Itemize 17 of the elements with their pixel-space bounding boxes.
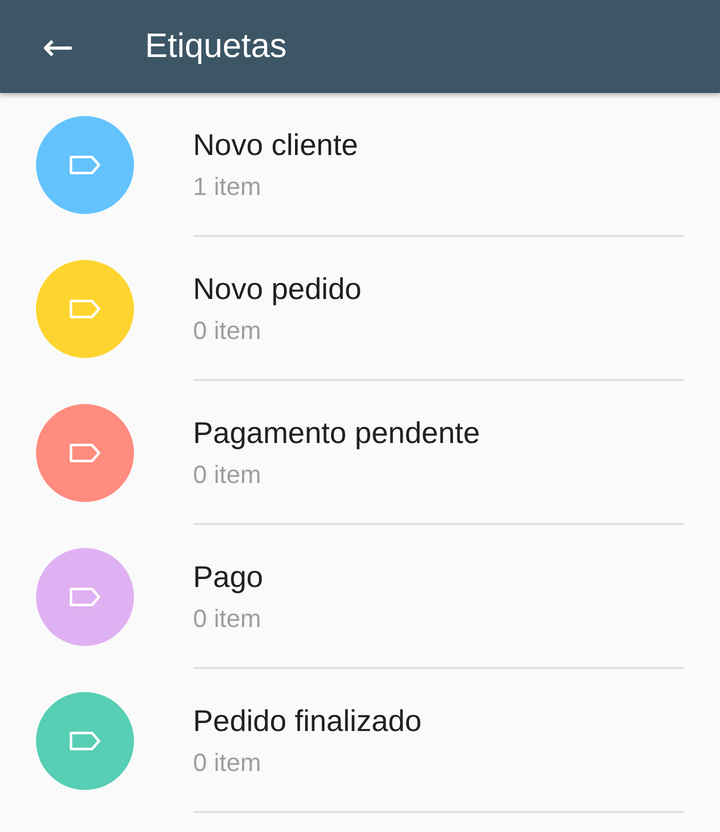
label-name[interactable]: Novo pedido [193, 272, 684, 306]
label-name[interactable]: Pedido finalizado [193, 704, 684, 738]
label-name[interactable]: Novo cliente [193, 128, 684, 162]
tag-icon [68, 298, 102, 320]
label-name[interactable]: Pago [193, 560, 684, 594]
tag-icon [68, 154, 102, 176]
item-count: 1 item [193, 172, 262, 202]
label-name[interactable]: Pagamento pendente [193, 416, 684, 450]
item-count: 0 item [193, 748, 262, 778]
item-count: 0 item [193, 316, 262, 346]
tag-icon [68, 730, 102, 752]
back-button[interactable]: ← [38, 28, 78, 66]
tag-icon [68, 442, 102, 464]
item-count: 0 item [193, 604, 262, 634]
item-count: 0 item [193, 460, 262, 490]
screen-title: Etiquetas [145, 27, 287, 66]
tag-icon [68, 586, 102, 608]
